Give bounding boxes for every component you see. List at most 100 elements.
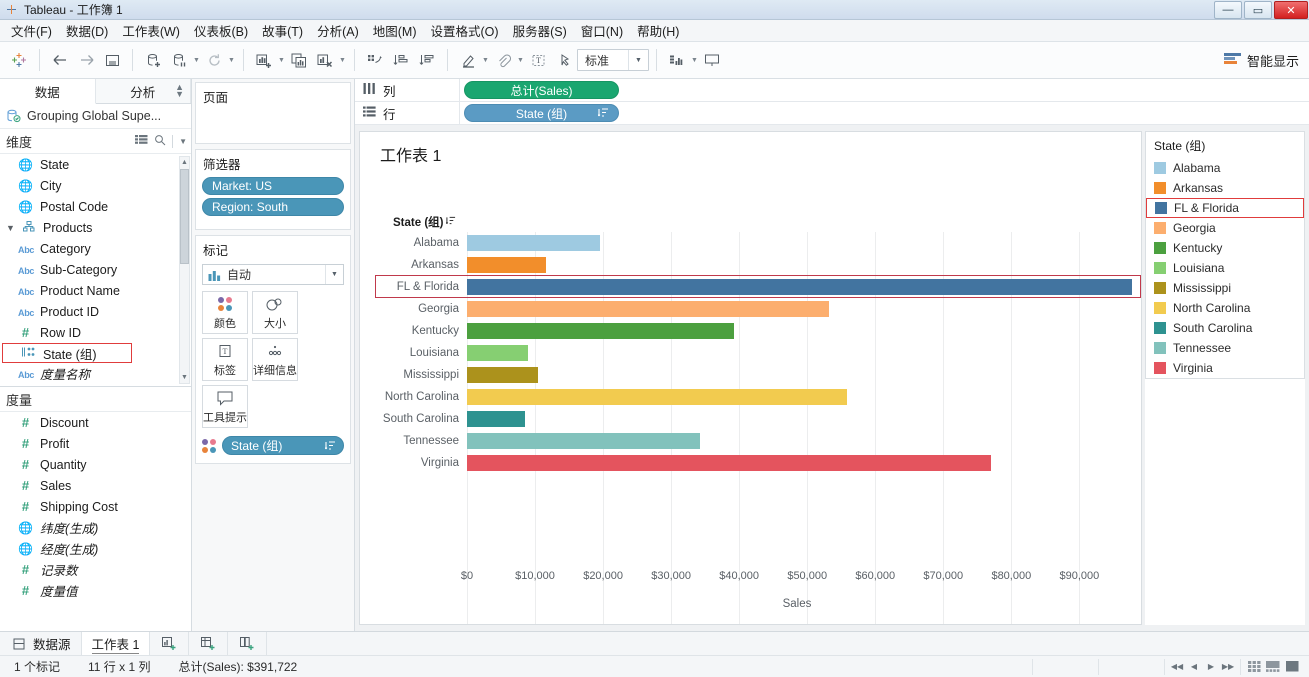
columns-drop-zone[interactable]: 总计(Sales) (460, 79, 1309, 101)
clear-sheet-dropdown-icon[interactable]: ▼ (338, 47, 347, 73)
menu-item-10[interactable]: 帮助(H) (630, 19, 686, 42)
menu-item-8[interactable]: 服务器(S) (506, 19, 574, 42)
sort-descending-icon[interactable] (414, 47, 440, 73)
bar-row[interactable]: Alabama (360, 232, 1127, 254)
bar-row[interactable]: Louisiana (360, 342, 1127, 364)
dimension-field-9[interactable]: State (组) (2, 343, 132, 363)
forward-icon[interactable] (73, 47, 99, 73)
measure-field-4[interactable]: # Shipping Cost (0, 496, 191, 517)
bar-row[interactable]: North Carolina (360, 386, 1127, 408)
menu-item-5[interactable]: 分析(A) (310, 19, 366, 42)
new-worksheet-dropdown-icon[interactable]: ▼ (277, 47, 286, 73)
legend-item-10[interactable]: Virginia (1146, 358, 1304, 378)
menu-item-1[interactable]: 数据(D) (59, 19, 115, 42)
measure-field-2[interactable]: # Quantity (0, 454, 191, 475)
grid-view-icon[interactable] (1246, 660, 1262, 673)
scroll-down-icon[interactable]: ▼ (180, 372, 189, 383)
dimension-field-6[interactable]: Abc Product Name (0, 280, 191, 301)
bar[interactable] (467, 411, 525, 427)
attach-icon[interactable] (490, 47, 516, 73)
group-by-folder-icon[interactable] (135, 134, 148, 149)
new-worksheet-tab-button[interactable] (150, 632, 190, 655)
dimensions-scrollbar[interactable]: ▲ ▼ (179, 156, 190, 384)
text-label-icon[interactable]: T (525, 47, 551, 73)
swap-rows-cols-icon[interactable] (362, 47, 388, 73)
bar[interactable] (467, 389, 847, 405)
columns-pill-sales[interactable]: 总计(Sales) (464, 81, 619, 99)
refresh-icon[interactable] (201, 47, 227, 73)
presentation-mode-icon[interactable] (699, 47, 725, 73)
data-pane-tab-0[interactable]: 数据 (0, 79, 96, 104)
marks-type-select[interactable]: 自动 ▼ (202, 264, 344, 285)
bar[interactable] (467, 455, 991, 471)
menu-item-7[interactable]: 设置格式(O) (424, 19, 506, 42)
new-data-source-icon[interactable] (140, 47, 166, 73)
filmstrip-view-icon[interactable] (1265, 660, 1281, 673)
legend-item-7[interactable]: North Carolina (1146, 298, 1304, 318)
next-page-icon[interactable]: ▶ (1204, 660, 1218, 674)
highlighter-dropdown-icon[interactable]: ▼ (481, 47, 490, 73)
menu-item-9[interactable]: 窗口(N) (574, 19, 630, 42)
dimension-field-4[interactable]: Abc Category (0, 238, 191, 259)
refresh-dropdown-icon[interactable]: ▼ (227, 47, 236, 73)
minimize-button[interactable]: — (1214, 1, 1242, 19)
dimension-field-1[interactable]: 🌐 City (0, 175, 191, 196)
new-story-tab-button[interactable] (228, 632, 268, 655)
measure-field-3[interactable]: # Sales (0, 475, 191, 496)
measure-field-5[interactable]: 🌐 纬度(生成) (0, 517, 191, 538)
dimension-field-5[interactable]: Abc Sub-Category (0, 259, 191, 280)
save-icon[interactable] (99, 47, 125, 73)
dimension-field-10[interactable]: Abc 度量名称 (0, 363, 191, 384)
back-icon[interactable] (47, 47, 73, 73)
dimension-field-7[interactable]: Abc Product ID (0, 301, 191, 322)
measure-field-8[interactable]: # 度量值 (0, 580, 191, 601)
dimension-field-2[interactable]: 🌐 Postal Code (0, 196, 191, 217)
marks-color-pill[interactable]: State (组) (222, 436, 344, 455)
pause-data-icon[interactable] (166, 47, 192, 73)
bar-row[interactable]: Georgia (360, 298, 1127, 320)
data-source-item[interactable]: Grouping Global Supe... (0, 104, 191, 129)
menu-item-2[interactable]: 工作表(W) (115, 19, 187, 42)
bar-row[interactable]: Virginia (360, 452, 1127, 474)
mark-button-tooltip[interactable]: 工具提示 (202, 385, 248, 428)
bar-row[interactable]: FL & Florida (360, 276, 1132, 298)
rows-pill-state-group[interactable]: State (组) (464, 104, 619, 122)
new-worksheet-icon[interactable] (251, 47, 277, 73)
sort-icon[interactable] (446, 216, 456, 228)
dimension-field-8[interactable]: # Row ID (0, 322, 191, 343)
search-icon[interactable] (154, 134, 166, 149)
show-cards-icon[interactable] (664, 47, 690, 73)
pause-data-dropdown-icon[interactable]: ▼ (192, 47, 201, 73)
mark-button-detail[interactable]: 详细信息 (252, 338, 298, 381)
legend-item-9[interactable]: Tennessee (1146, 338, 1304, 358)
bar[interactable] (467, 279, 1132, 295)
measure-field-1[interactable]: # Profit (0, 433, 191, 454)
smart-show-button[interactable]: 智能显示 (1223, 51, 1299, 70)
bar[interactable] (467, 433, 701, 449)
measure-field-0[interactable]: # Discount (0, 412, 191, 433)
bar-row[interactable]: South Carolina (360, 408, 1127, 430)
tableau-logo-icon[interactable] (6, 47, 32, 73)
bar-row[interactable]: Arkansas (360, 254, 1127, 276)
bar[interactable] (467, 301, 829, 317)
new-dashboard-tab-button[interactable] (189, 632, 229, 655)
worksheet-canvas[interactable]: 工作表 1 State (组) Alabama Arkansas FL & Flor… (359, 131, 1142, 625)
chevron-down-icon[interactable]: ▼ (628, 50, 648, 70)
last-page-icon[interactable]: ▶▶ (1221, 660, 1235, 674)
sheet-tab-worksheet1[interactable]: 工作表 1 (81, 632, 151, 655)
legend-item-2[interactable]: FL & Florida (1146, 198, 1304, 218)
close-button[interactable]: ✕ (1274, 1, 1308, 19)
legend-item-5[interactable]: Louisiana (1146, 258, 1304, 278)
bar[interactable] (467, 257, 546, 273)
expand-chevron-icon[interactable]: ▼ (6, 223, 15, 233)
highlighter-icon[interactable] (455, 47, 481, 73)
maximize-button[interactable]: ▭ (1244, 1, 1272, 19)
clear-sheet-icon[interactable] (312, 47, 338, 73)
measure-field-6[interactable]: 🌐 经度(生成) (0, 538, 191, 559)
menu-item-0[interactable]: 文件(F) (4, 19, 59, 42)
filter-pill-0[interactable]: Market: US (202, 177, 344, 195)
attach-dropdown-icon[interactable]: ▼ (516, 47, 525, 73)
dimension-field-0[interactable]: 🌐 State (0, 154, 191, 175)
bar[interactable] (467, 323, 734, 339)
legend-item-8[interactable]: South Carolina (1146, 318, 1304, 338)
